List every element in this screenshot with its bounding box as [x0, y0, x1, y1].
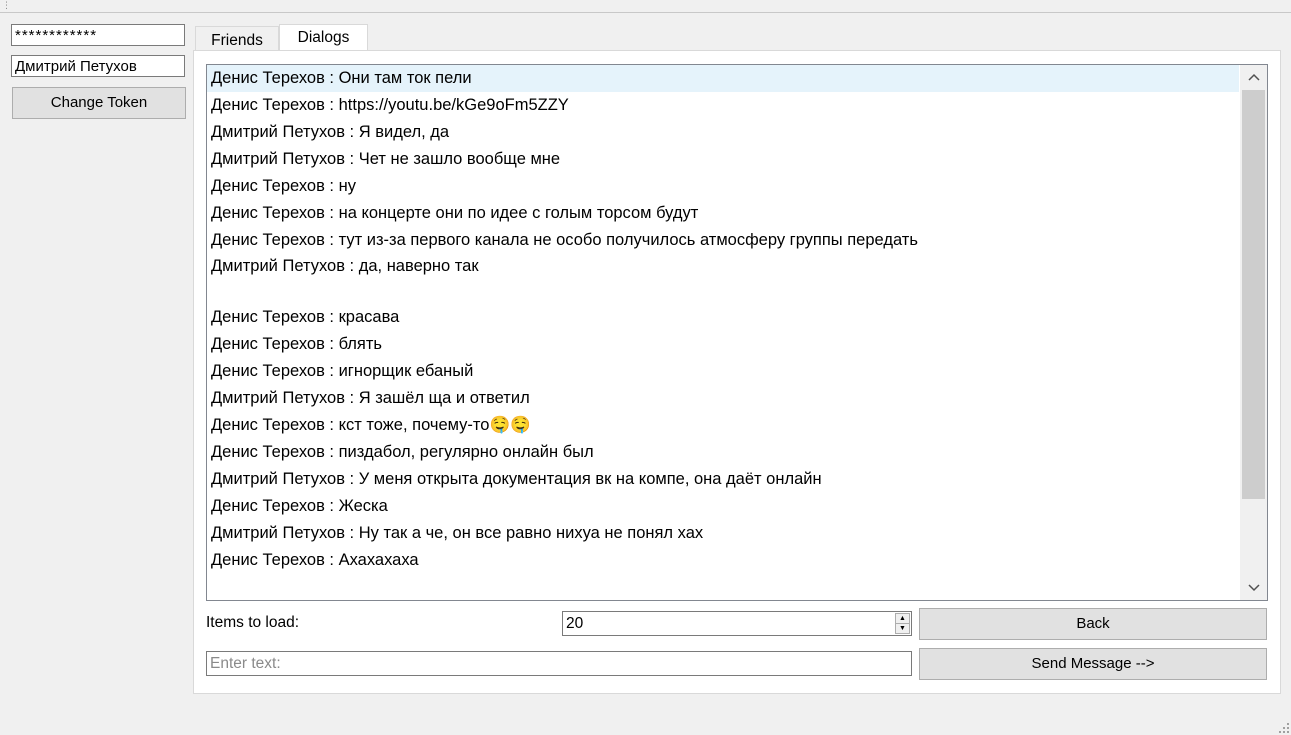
message-item[interactable]: Денис Терехов : блять	[207, 331, 1239, 358]
message-text: Дмитрий Петухов : да, наверно так	[211, 257, 479, 275]
message-text: Денис Терехов : https://youtu.be/kGe9oFm…	[211, 96, 569, 114]
message-text: Денис Терехов : Ахахахаха	[211, 551, 419, 569]
message-item[interactable]: Денис Терехов : ну	[207, 173, 1239, 200]
message-item[interactable]: Денис Терехов : тут из-за первого канала…	[207, 227, 1239, 254]
message-item[interactable]: Денис Терехов : красава	[207, 304, 1239, 331]
items-to-load-label: Items to load:	[206, 614, 300, 631]
message-item[interactable]: Денис Терехов : игнорщик ебаный	[207, 358, 1239, 385]
message-item[interactable]: Денис Терехов : Они там ток пели	[207, 65, 1239, 92]
message-text: Денис Терехов : Они там ток пели	[211, 69, 472, 87]
chevron-down-icon[interactable]	[1240, 576, 1267, 600]
items-to-load-value[interactable]: 20	[566, 612, 583, 635]
message-text: Денис Терехов : красава	[211, 308, 400, 326]
triangle-up-icon[interactable]: ▲	[896, 614, 909, 624]
message-item[interactable]: Дмитрий Петухов : Я зашёл ща и ответил	[207, 385, 1239, 412]
message-item[interactable]: Дмитрий Петухов : Чет не зашло вообще мн…	[207, 146, 1239, 173]
message-text: Дмитрий Петухов : Чет не зашло вообще мн…	[211, 150, 561, 168]
message-item[interactable]: Денис Терехов : Ахахахаха	[207, 547, 1239, 574]
tab-friends[interactable]: Friends	[195, 26, 279, 51]
message-text: Денис Терехов : кст тоже, почему-то🤤🤤	[211, 416, 531, 434]
message-item[interactable]: Дмитрий Петухов : Я видел, да	[207, 119, 1239, 146]
message-item[interactable]: Денис Терехов : пиздабол, регулярно онла…	[207, 439, 1239, 466]
message-item[interactable]: Денис Терехов : на концерте они по идее …	[207, 200, 1239, 227]
message-text: Дмитрий Петухов : Я видел, да	[211, 123, 450, 141]
window-grip[interactable]: ⋮	[2, 0, 11, 11]
message-container: Денис Терехов : Они там ток пели Денис Те…	[207, 65, 1267, 574]
message-input[interactable]	[206, 651, 912, 676]
message-text: Дмитрий Петухов : У меня открыта докумен…	[211, 470, 822, 488]
message-text: Денис Терехов : тут из-за первого канала…	[211, 231, 918, 249]
message-item[interactable]: Денис Терехов : кст тоже, почему-то🤤🤤	[207, 412, 1239, 439]
spinbox-buttons: ▲ ▼	[895, 613, 910, 634]
message-item[interactable]: Дмитрий Петухов : Ну так а че, он все ра…	[207, 520, 1239, 547]
message-scrollbar[interactable]	[1240, 65, 1267, 600]
chevron-up-icon[interactable]	[1240, 65, 1267, 89]
top-divider	[0, 12, 1291, 13]
message-text: Денис Терехов : ну	[211, 177, 356, 195]
scrollbar-thumb[interactable]	[1242, 90, 1265, 499]
message-text: Дмитрий Петухов : Ну так а че, он все ра…	[211, 524, 704, 542]
message-text: Денис Терехов : Жеска	[211, 497, 388, 515]
message-item[interactable]: Дмитрий Петухов : да, наверно такно хз м…	[207, 254, 1239, 304]
tab-dialogs[interactable]: Dialogs	[279, 24, 368, 51]
message-item[interactable]: Денис Терехов : Жеска	[207, 493, 1239, 520]
message-text: Дмитрий Петухов : Я зашёл ща и ответил	[211, 389, 530, 407]
change-token-button[interactable]: Change Token	[12, 87, 186, 119]
message-item[interactable]: Денис Терехов : https://youtu.be/kGe9oFm…	[207, 92, 1239, 119]
message-text: Денис Терехов : игнорщик ебаный	[211, 362, 474, 380]
message-list[interactable]: Денис Терехов : Они там ток пели Денис Те…	[206, 64, 1268, 601]
items-to-load-spinbox[interactable]: 20 ▲ ▼	[562, 611, 912, 636]
token-field[interactable]: ************	[11, 24, 185, 46]
message-text: Денис Терехов : на концерте они по идее …	[211, 204, 699, 222]
user-name-field[interactable]: Дмитрий Петухов	[11, 55, 185, 77]
triangle-down-icon[interactable]: ▼	[896, 624, 909, 633]
message-text: Денис Терехов : пиздабол, регулярно онла…	[211, 443, 594, 461]
send-message-button[interactable]: Send Message -->	[919, 648, 1267, 680]
resize-grip-icon[interactable]	[1279, 723, 1289, 733]
message-item[interactable]: Дмитрий Петухов : У меня открыта докумен…	[207, 466, 1239, 493]
back-button[interactable]: Back	[919, 608, 1267, 640]
message-text: Денис Терехов : блять	[211, 335, 383, 353]
